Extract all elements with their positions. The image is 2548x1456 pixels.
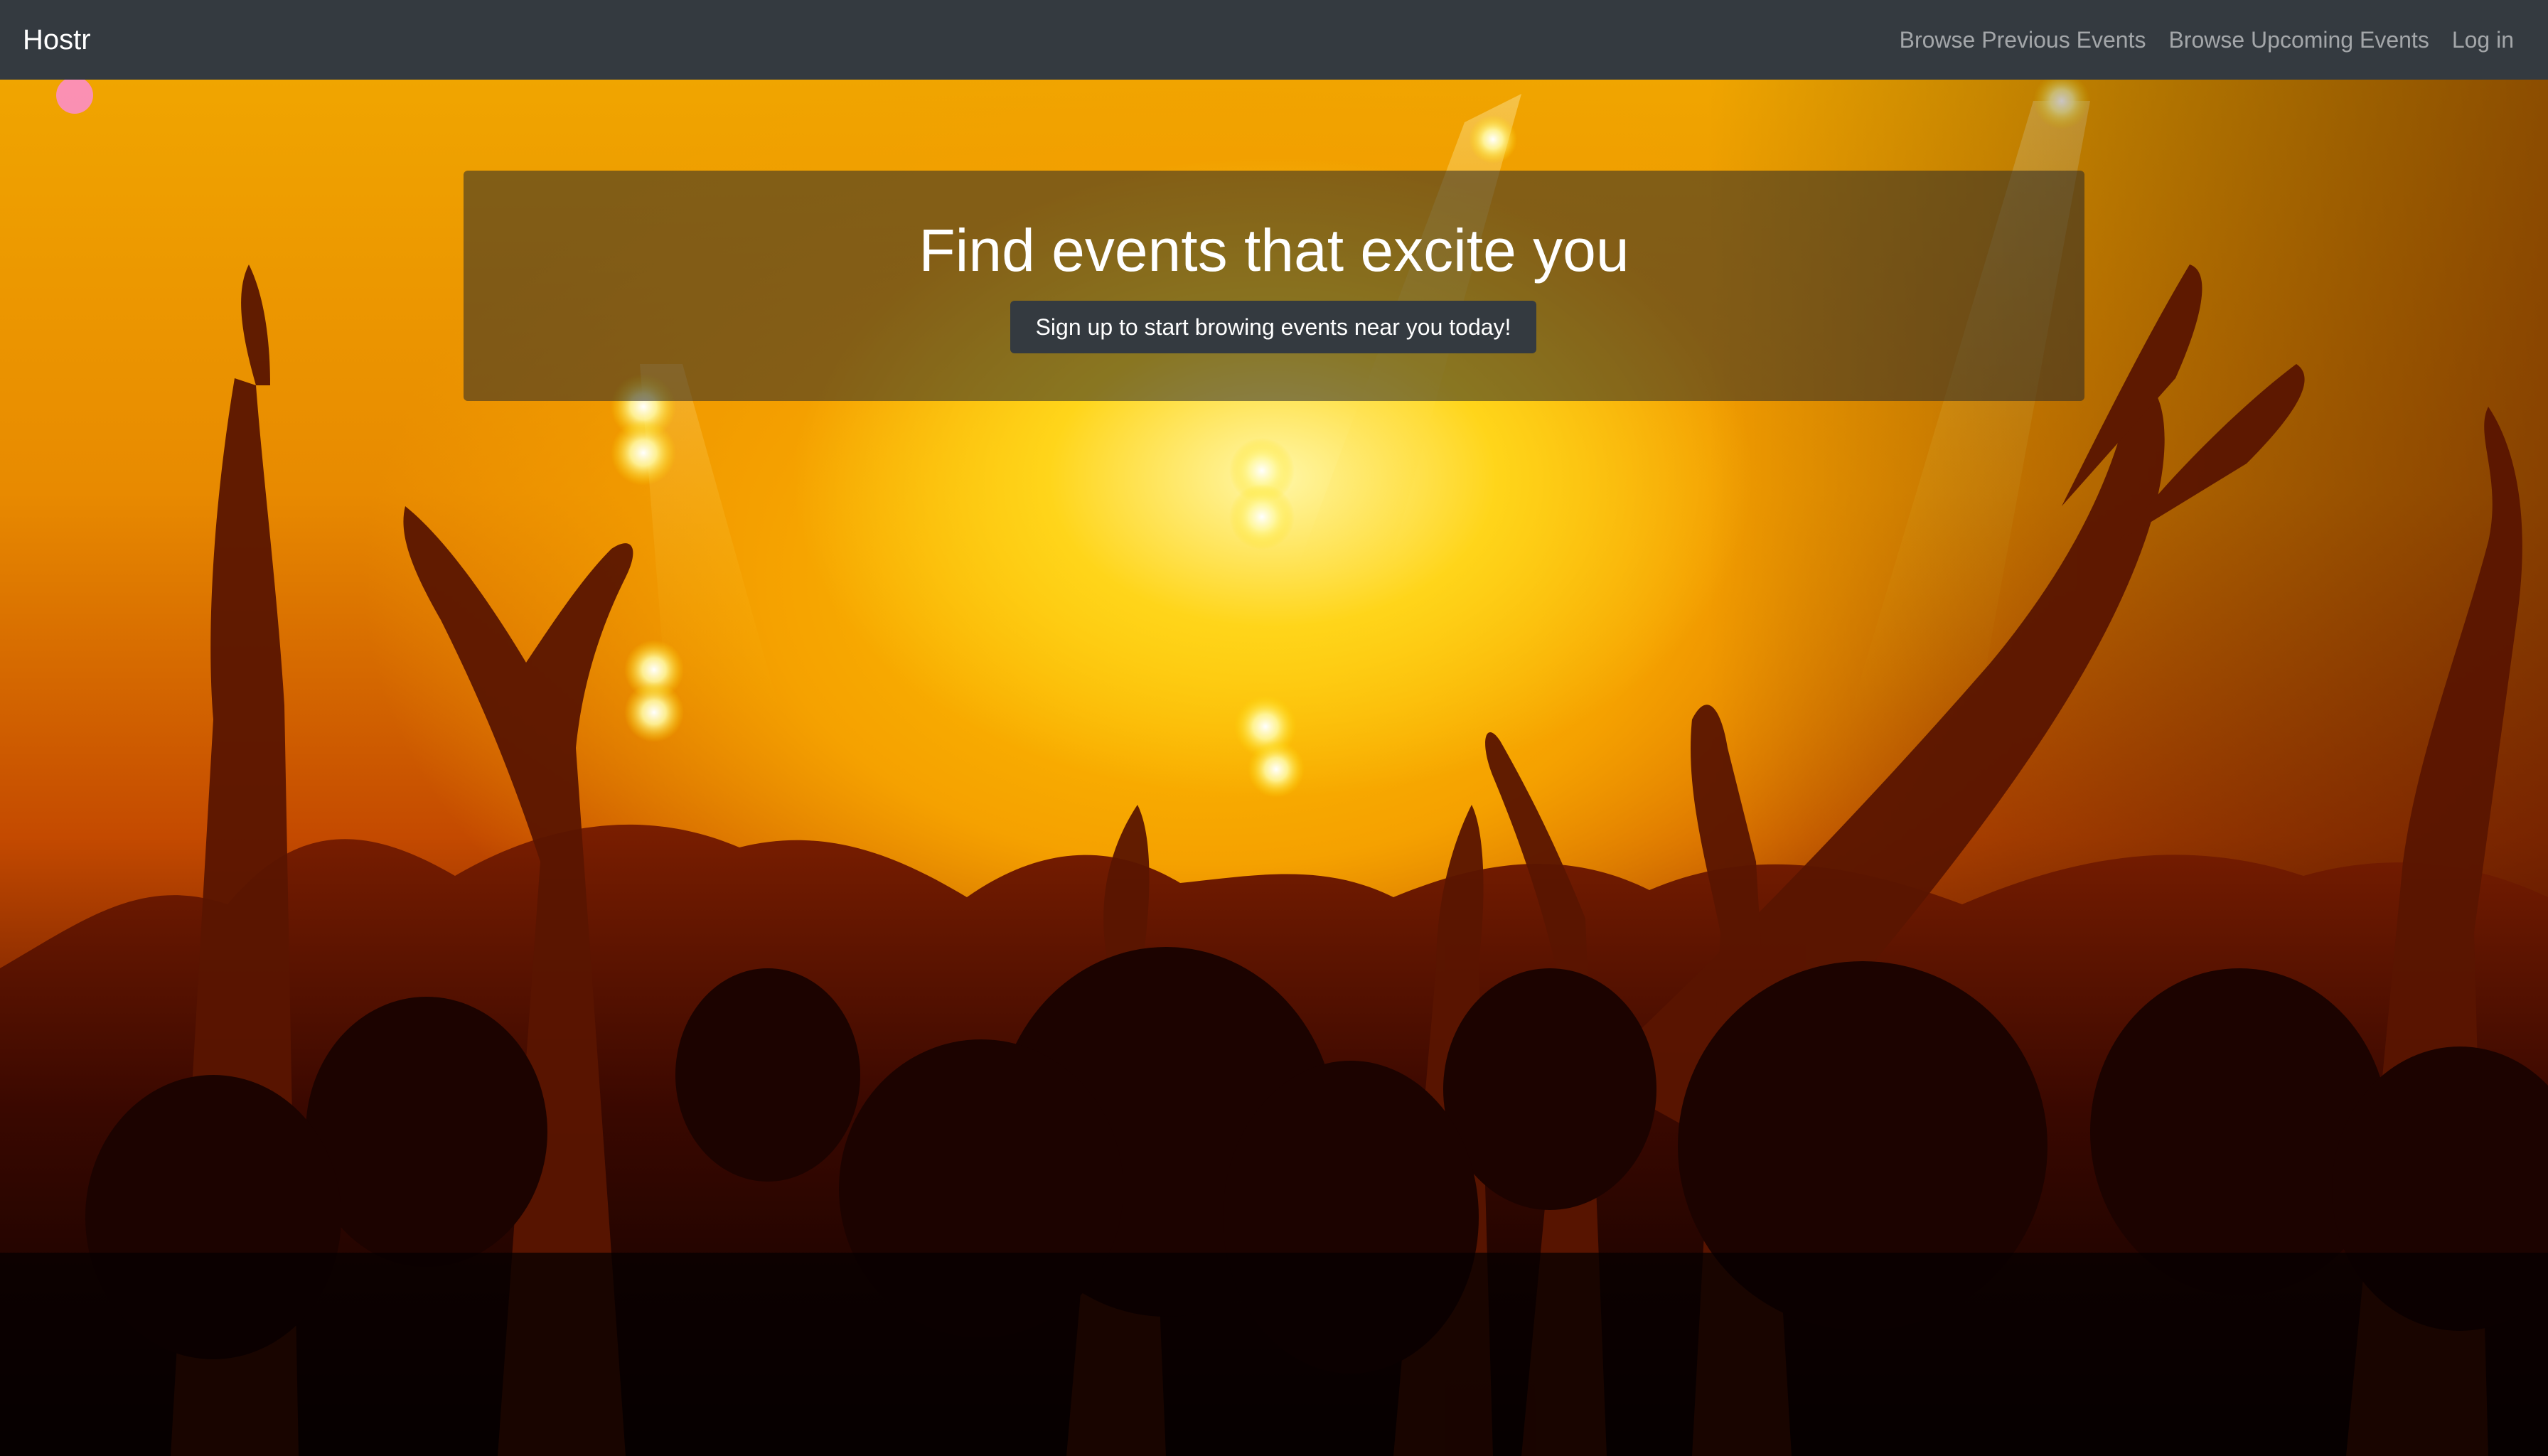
page: Hostr Browse Previous Events Browse Upco…	[0, 0, 2548, 1456]
nav-link-upcoming-events[interactable]: Browse Upcoming Events	[2157, 27, 2440, 53]
nav-links: Browse Previous Events Browse Upcoming E…	[1888, 0, 2514, 80]
signup-button[interactable]: Sign up to start browing events near you…	[1010, 301, 1536, 353]
navbar: Hostr Browse Previous Events Browse Upco…	[0, 0, 2548, 80]
hero-jumbotron: Find events that excite you	[464, 171, 2084, 401]
hero-headline: Find events that excite you	[919, 217, 1629, 284]
nav-link-login[interactable]: Log in	[2441, 27, 2514, 53]
nav-link-previous-events[interactable]: Browse Previous Events	[1888, 27, 2158, 53]
brand-logo[interactable]: Hostr	[23, 0, 91, 80]
